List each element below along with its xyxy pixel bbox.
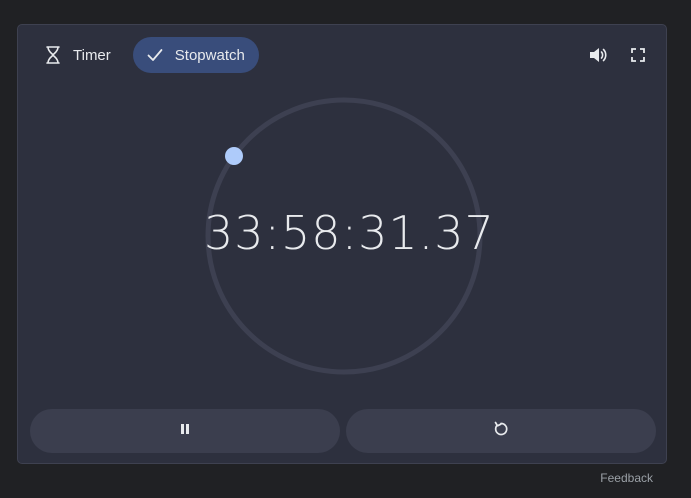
reset-icon xyxy=(493,421,509,442)
check-icon xyxy=(145,45,165,65)
pause-button[interactable] xyxy=(30,409,340,453)
stopwatch-controls xyxy=(30,409,656,453)
elapsed-time: 33:58:31.37 xyxy=(204,206,495,260)
pause-icon xyxy=(179,422,191,440)
tab-timer[interactable]: Timer xyxy=(31,37,125,73)
tab-stopwatch-label: Stopwatch xyxy=(174,46,245,64)
fullscreen-icon[interactable] xyxy=(627,44,649,66)
top-toolbar xyxy=(587,44,649,66)
tab-stopwatch[interactable]: Stopwatch xyxy=(132,37,259,73)
mode-tabs: Timer Stopwatch xyxy=(31,37,259,73)
tab-timer-label: Timer xyxy=(73,46,111,64)
hourglass-icon xyxy=(43,45,63,65)
reset-button[interactable] xyxy=(346,409,656,453)
volume-icon[interactable] xyxy=(587,44,609,66)
progress-indicator xyxy=(225,147,243,165)
feedback-link[interactable]: Feedback xyxy=(600,471,653,485)
stopwatch-card: Timer Stopwatch 33:58:31.37 xyxy=(17,24,667,464)
